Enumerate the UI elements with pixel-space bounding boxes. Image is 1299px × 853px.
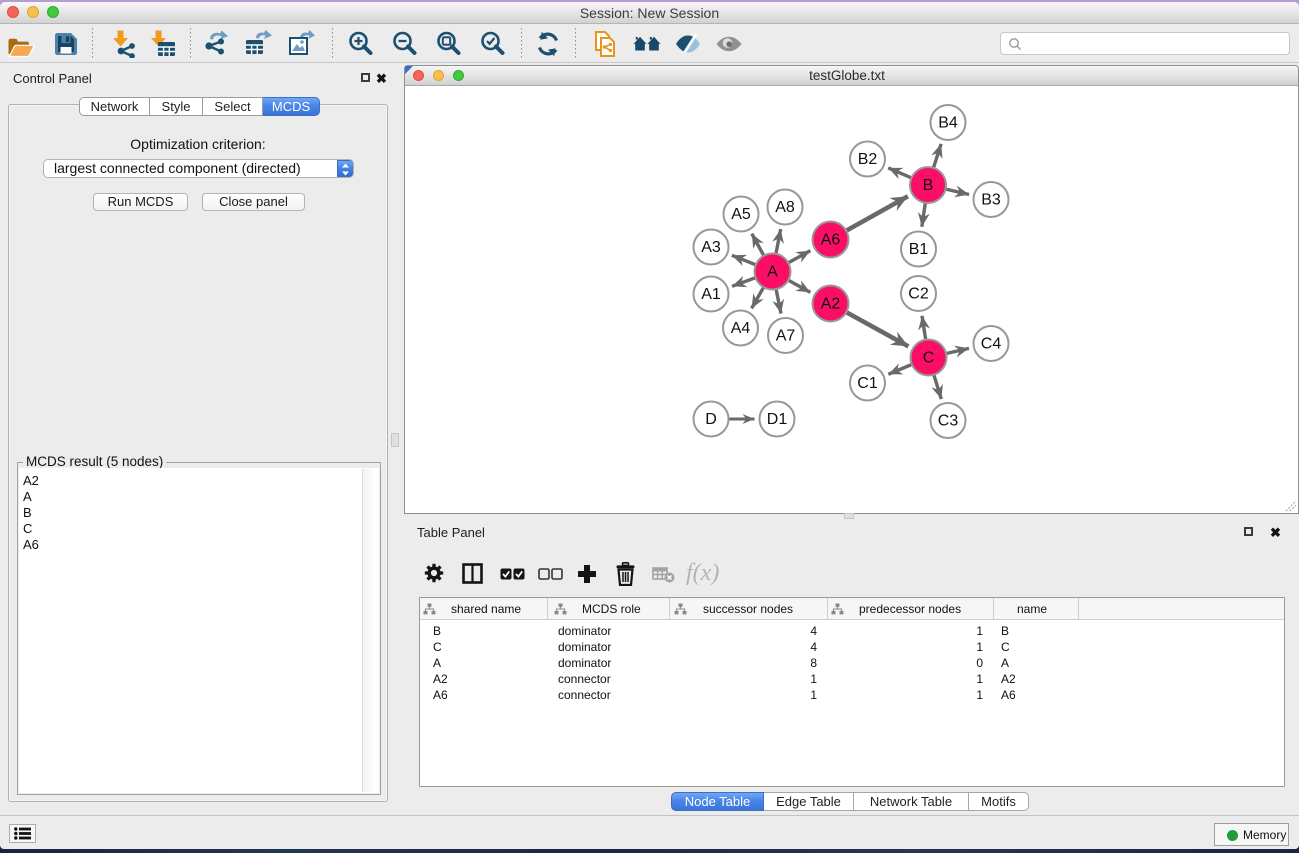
- svg-text:D: D: [705, 411, 717, 428]
- svg-text:A5: A5: [731, 206, 751, 223]
- svg-text:A2: A2: [821, 296, 841, 313]
- svg-text:A3: A3: [701, 239, 721, 256]
- svg-text:C4: C4: [981, 336, 1002, 353]
- svg-text:B3: B3: [981, 192, 1001, 209]
- svg-text:A1: A1: [701, 286, 721, 303]
- svg-text:A8: A8: [775, 199, 795, 216]
- svg-text:D1: D1: [767, 411, 788, 428]
- svg-text:A7: A7: [776, 328, 796, 345]
- svg-text:B1: B1: [909, 241, 929, 258]
- svg-text:B: B: [923, 177, 934, 194]
- svg-text:A4: A4: [731, 320, 751, 337]
- svg-text:C2: C2: [908, 286, 929, 303]
- svg-text:B2: B2: [858, 151, 878, 168]
- svg-text:A: A: [767, 264, 778, 281]
- svg-text:B4: B4: [938, 115, 958, 132]
- svg-text:C1: C1: [857, 375, 878, 392]
- svg-text:C3: C3: [938, 413, 959, 430]
- svg-text:A6: A6: [821, 232, 841, 249]
- svg-text:C: C: [923, 350, 935, 367]
